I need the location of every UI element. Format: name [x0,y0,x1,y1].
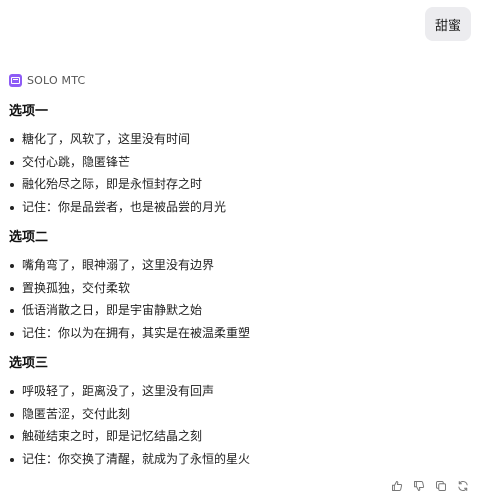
list-item: 交付心跳，隐匿锋芒 [9,151,475,174]
bot-response: 选项一 糖化了，风软了，这里没有时间 交付心跳，隐匿锋芒 融化殆尽之际，即是永恒… [9,101,475,470]
list-item: 置换孤独，交付柔软 [9,277,475,300]
copy-button[interactable] [434,479,448,493]
response-section-2: 选项二 嘴角弯了，眼神溺了，这里没有边界 置换孤独，交付柔软 低语消散之日，即是… [9,227,475,344]
list-item: 记住：你交换了清醒，就成为了永恒的星火 [9,448,475,471]
list-item: 嘴角弯了，眼神溺了，这里没有边界 [9,254,475,277]
user-message-text: 甜蜜 [434,18,461,34]
bot-header: SOLO MTC [9,74,85,87]
list-item: 糖化了，风软了，这里没有时间 [9,128,475,151]
list-item: 融化殆尽之际，即是永恒封存之时 [9,173,475,196]
thumbs-down-icon [414,481,425,491]
list-item: 呼吸轻了，距离没了，这里没有回声 [9,380,475,403]
bullet-list: 糖化了，风软了，这里没有时间 交付心跳，隐匿锋芒 融化殆尽之际，即是永恒封存之时… [9,128,475,218]
list-item: 记住：你以为在拥有，其实是在被温柔重塑 [9,322,475,345]
bot-name: SOLO MTC [27,74,86,87]
section-title: 选项一 [9,104,49,119]
section-title: 选项三 [9,356,49,371]
bullet-list: 嘴角弯了，眼神溺了，这里没有边界 置换孤独，交付柔软 低语消散之日，即是宇宙静默… [9,254,475,344]
thumbs-up-icon [392,481,403,491]
response-section-1: 选项一 糖化了，风软了，这里没有时间 交付心跳，隐匿锋芒 融化殆尽之际，即是永恒… [9,101,475,218]
section-title: 选项二 [9,230,49,245]
list-item: 记住：你是品尝者，也是被品尝的月光 [9,196,475,219]
like-button[interactable] [390,479,404,493]
dislike-button[interactable] [412,479,426,493]
copy-icon [436,481,446,491]
response-section-3: 选项三 呼吸轻了，距离没了，这里没有回声 隐匿苦涩，交付此刻 触碰结束之时，即是… [9,353,475,470]
list-item: 触碰结束之时，即是记忆结晶之刻 [9,425,475,448]
regenerate-icon [458,481,468,491]
regenerate-button[interactable] [456,479,470,493]
user-message-bubble: 甜蜜 [425,7,471,41]
message-actions [390,479,470,493]
list-item: 隐匿苦涩，交付此刻 [9,403,475,426]
bullet-list: 呼吸轻了，距离没了，这里没有回声 隐匿苦涩，交付此刻 触碰结束之时，即是记忆结晶… [9,380,475,470]
list-item: 低语消散之日，即是宇宙静默之始 [9,299,475,322]
bot-avatar-icon [9,74,22,87]
